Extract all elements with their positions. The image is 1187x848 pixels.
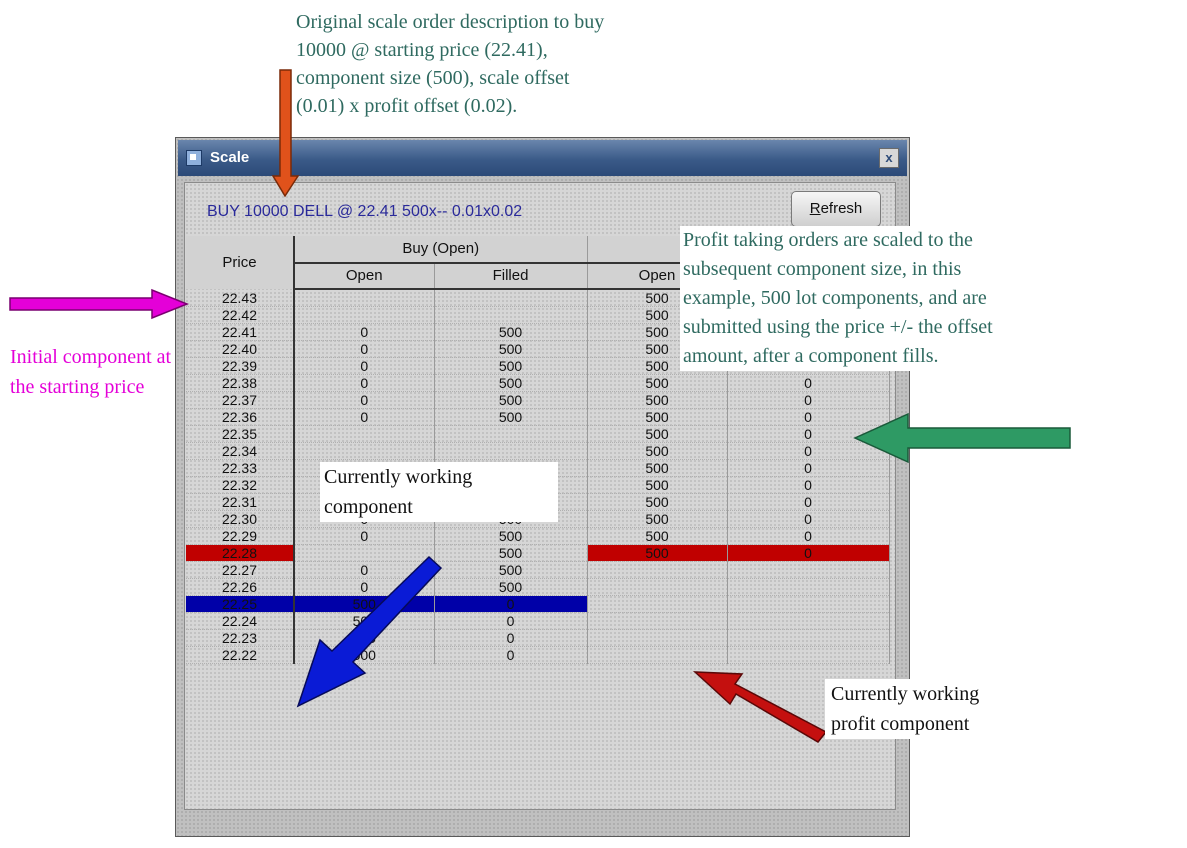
annotation-line: Original scale order description to buy [296, 11, 605, 33]
annotation-line: Currently working [831, 683, 980, 705]
red-arrow [692, 671, 828, 743]
blue-arrow [296, 555, 443, 708]
annotation-line: component [324, 496, 413, 518]
annotation-line: 10000 @ starting price (22.41), [296, 39, 548, 61]
annotation-line: amount, after a component fills. [683, 345, 939, 367]
annotation-line: example, 500 lot components, and are [683, 287, 987, 309]
annotation-working-component: Currently working component [320, 462, 558, 522]
annotation-line: the starting price [10, 376, 145, 398]
green-arrow [853, 412, 1071, 464]
annotation-line: submitted using the price +/- the offset [683, 316, 993, 338]
annotation-line: component size (500), scale offset [296, 67, 570, 89]
annotation-order-description: Original scale order description to buy … [292, 8, 609, 120]
annotation-line: Initial component at [10, 346, 172, 368]
annotation-line: Currently working [324, 466, 473, 488]
annotation-line: subsequent component size, in this [683, 258, 962, 280]
annotation-profit-component: Currently working profit component [825, 679, 1065, 739]
annotation-initial-component: Initial component at the starting price [6, 342, 176, 402]
annotation-line: profit component [831, 713, 970, 735]
annotation-profit-taking: Profit taking orders are scaled to the s… [680, 226, 1186, 371]
magenta-arrow [9, 288, 190, 320]
annotation-line: (0.01) x profit offset (0.02). [296, 95, 518, 117]
annotation-line: Profit taking orders are scaled to the [683, 229, 973, 251]
